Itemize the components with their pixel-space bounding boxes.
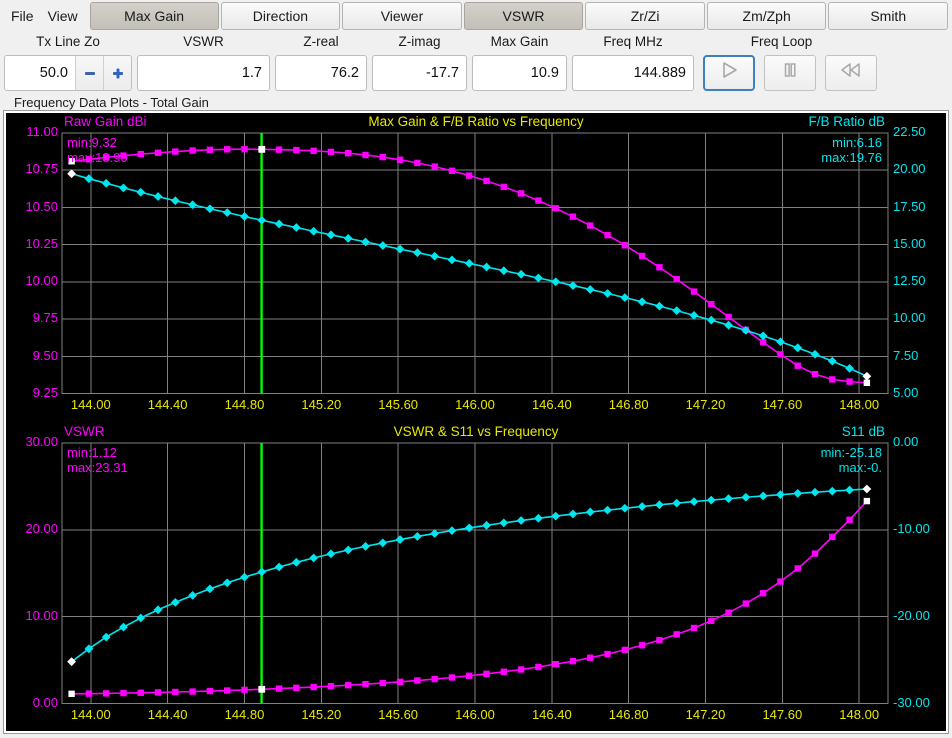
tab-label: Zm/Zph xyxy=(742,8,791,24)
z-imag-label: Z-imag xyxy=(398,34,441,49)
app-window: File View Max Gain Direction Viewer VSWR Zr/… xyxy=(0,0,952,738)
pause-button[interactable] xyxy=(764,54,816,91)
tab-label: Smith xyxy=(870,8,907,24)
freq-mhz-value: 144.889 xyxy=(633,64,686,81)
vswr-value: 1.7 xyxy=(241,64,262,81)
minus-icon[interactable] xyxy=(75,55,103,90)
z-real-value: 76.2 xyxy=(330,64,359,81)
max-gain-input[interactable]: 10.9 xyxy=(472,54,567,91)
tab-smith[interactable]: Smith xyxy=(828,2,948,30)
tab-vswr[interactable]: VSWR xyxy=(463,2,584,30)
play-icon xyxy=(718,60,740,85)
tab-max-gain[interactable]: Max Gain xyxy=(89,2,219,30)
vswr-label: VSWR xyxy=(183,34,224,49)
z-real-input[interactable]: 76.2 xyxy=(275,54,367,91)
play-button[interactable] xyxy=(703,54,755,91)
chart-max-gain-fb-ratio[interactable]: Max Gain & F/B Ratio vs Frequency Raw Gai… xyxy=(6,113,946,422)
rewind-icon xyxy=(839,60,863,85)
tab-viewer[interactable]: Viewer xyxy=(342,2,462,30)
tab-label: Viewer xyxy=(380,8,424,24)
menu-file[interactable]: File xyxy=(4,0,41,31)
max-gain-value: 10.9 xyxy=(530,64,559,81)
plots-caption: Frequency Data Plots - Total Gain xyxy=(14,94,209,110)
menu-view[interactable]: View xyxy=(41,0,85,31)
tab-strip: Max Gain Direction Viewer VSWR Zr/Zi Zm/Zph Sm… xyxy=(89,0,952,31)
z-imag-value: -17.7 xyxy=(425,64,459,81)
rewind-button[interactable] xyxy=(825,54,877,91)
frequency-data-plots: Max Gain & F/B Ratio vs Frequency Raw Gai… xyxy=(3,110,949,734)
freq-mhz-input[interactable]: 144.889 xyxy=(572,54,694,91)
tx-line-zo-spinbox[interactable]: 50.0 xyxy=(4,54,132,91)
tx-line-zo-label: Tx Line Zo xyxy=(36,34,100,49)
tab-direction[interactable]: Direction xyxy=(220,2,341,30)
freq-mhz-label: Freq MHz xyxy=(603,34,663,49)
tab-label: Direction xyxy=(252,8,309,24)
tab-zm-zph[interactable]: Zm/Zph xyxy=(706,2,827,30)
max-gain-label: Max Gain xyxy=(490,34,549,49)
tx-line-zo-input[interactable]: 50.0 xyxy=(5,55,75,90)
freq-loop-label: Freq Loop xyxy=(750,34,813,49)
tab-label: Zr/Zi xyxy=(630,8,660,24)
vswr-input[interactable]: 1.7 xyxy=(137,54,270,91)
field-label-row: Tx Line Zo VSWR Z-real Z-imag Max Gain Freq M… xyxy=(0,31,952,52)
top-bar: File View Max Gain Direction Viewer VSWR Zr/… xyxy=(0,0,952,31)
z-imag-input[interactable]: -17.7 xyxy=(372,54,467,91)
tab-label: VSWR xyxy=(502,8,545,24)
tab-label: Max Gain xyxy=(124,8,185,24)
field-input-row: 50.0 1.7 76.2 -17.7 10.9 144.889 xyxy=(0,52,952,93)
plus-icon[interactable] xyxy=(103,55,131,90)
tab-zr-zi[interactable]: Zr/Zi xyxy=(585,2,705,30)
z-real-label: Z-real xyxy=(303,34,339,49)
pause-icon xyxy=(779,60,801,85)
chart-vswr-s11[interactable]: VSWR & S11 vs Frequency VSWR S11 dB min:1.1… xyxy=(6,421,946,731)
